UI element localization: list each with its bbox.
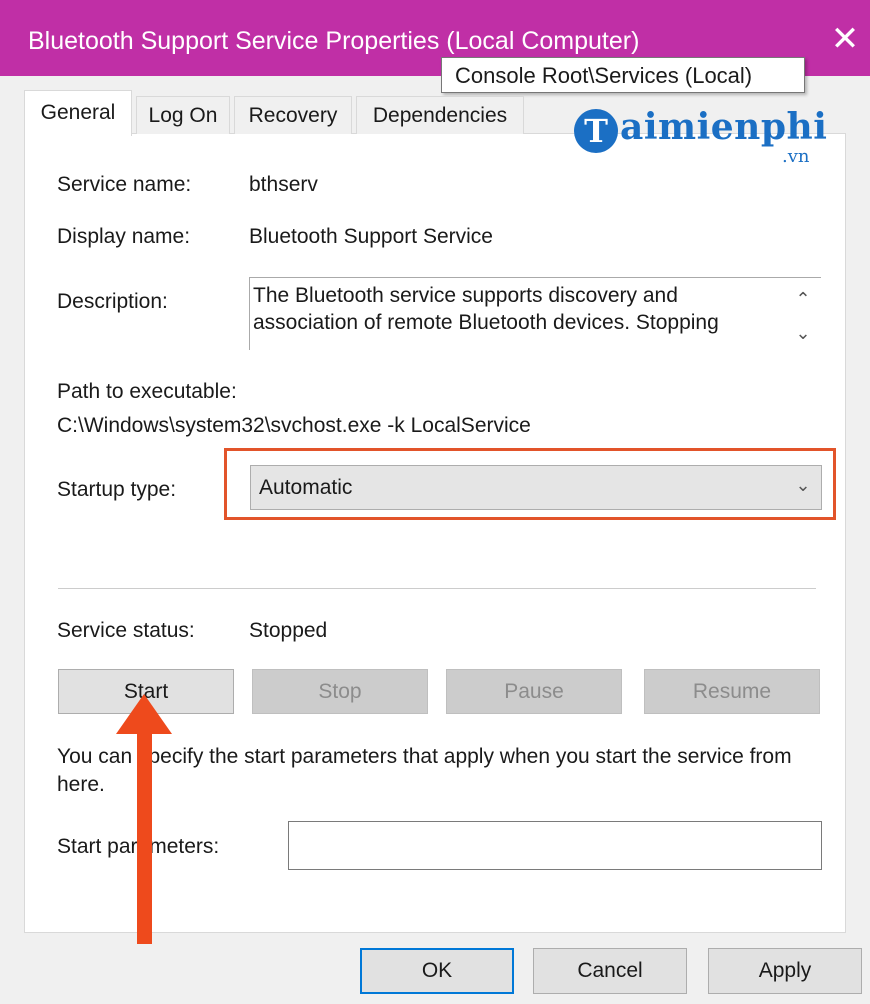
service-status-label: Service status: bbox=[57, 619, 195, 642]
ok-button[interactable]: OK bbox=[360, 948, 514, 994]
annotation-arrow-icon bbox=[116, 694, 172, 944]
tab-dependencies[interactable]: Dependencies bbox=[356, 96, 524, 134]
description-textbox[interactable]: The Bluetooth service supports discovery… bbox=[249, 277, 821, 350]
resume-button[interactable]: Resume bbox=[644, 669, 820, 714]
logo-mark: T bbox=[574, 109, 618, 153]
display-name-label: Display name: bbox=[57, 225, 191, 248]
startup-type-label: Startup type: bbox=[57, 478, 177, 501]
description-text: The Bluetooth service supports discovery… bbox=[253, 284, 719, 334]
chevron-down-icon: ⌄ bbox=[795, 475, 811, 495]
logo-text: aimienphi bbox=[620, 106, 828, 148]
cancel-button[interactable]: Cancel bbox=[533, 948, 687, 994]
startup-type-value: Automatic bbox=[259, 476, 353, 499]
scroll-down-icon[interactable]: ⌄ bbox=[792, 322, 814, 344]
watermark-logo: T aimienphi .vn bbox=[574, 106, 844, 170]
path-label: Path to executable: bbox=[57, 380, 237, 403]
divider bbox=[58, 588, 816, 589]
window-title: Bluetooth Support Service Properties (Lo… bbox=[28, 27, 640, 55]
service-name-label: Service name: bbox=[57, 173, 192, 196]
pause-button[interactable]: Pause bbox=[446, 669, 622, 714]
startup-type-select[interactable]: Automatic ⌄ bbox=[250, 465, 822, 510]
stop-button[interactable]: Stop bbox=[252, 669, 428, 714]
service-status-value: Stopped bbox=[249, 619, 328, 642]
breadcrumb-tooltip: Console Root\Services (Local) bbox=[441, 57, 805, 93]
scroll-up-icon[interactable]: ⌃ bbox=[792, 288, 814, 310]
logo-suffix: .vn bbox=[782, 146, 810, 167]
path-value: C:\Windows\system32\svchost.exe -k Local… bbox=[57, 414, 531, 437]
tab-general[interactable]: General bbox=[24, 90, 132, 136]
tab-recovery[interactable]: Recovery bbox=[234, 96, 352, 134]
apply-button[interactable]: Apply bbox=[708, 948, 862, 994]
close-icon[interactable]: ✕ bbox=[830, 22, 860, 56]
description-label: Description: bbox=[57, 290, 168, 313]
display-name-value: Bluetooth Support Service bbox=[249, 225, 493, 248]
tab-log-on[interactable]: Log On bbox=[136, 96, 230, 134]
start-parameters-input[interactable] bbox=[288, 821, 822, 870]
service-name-value: bthserv bbox=[249, 173, 318, 196]
